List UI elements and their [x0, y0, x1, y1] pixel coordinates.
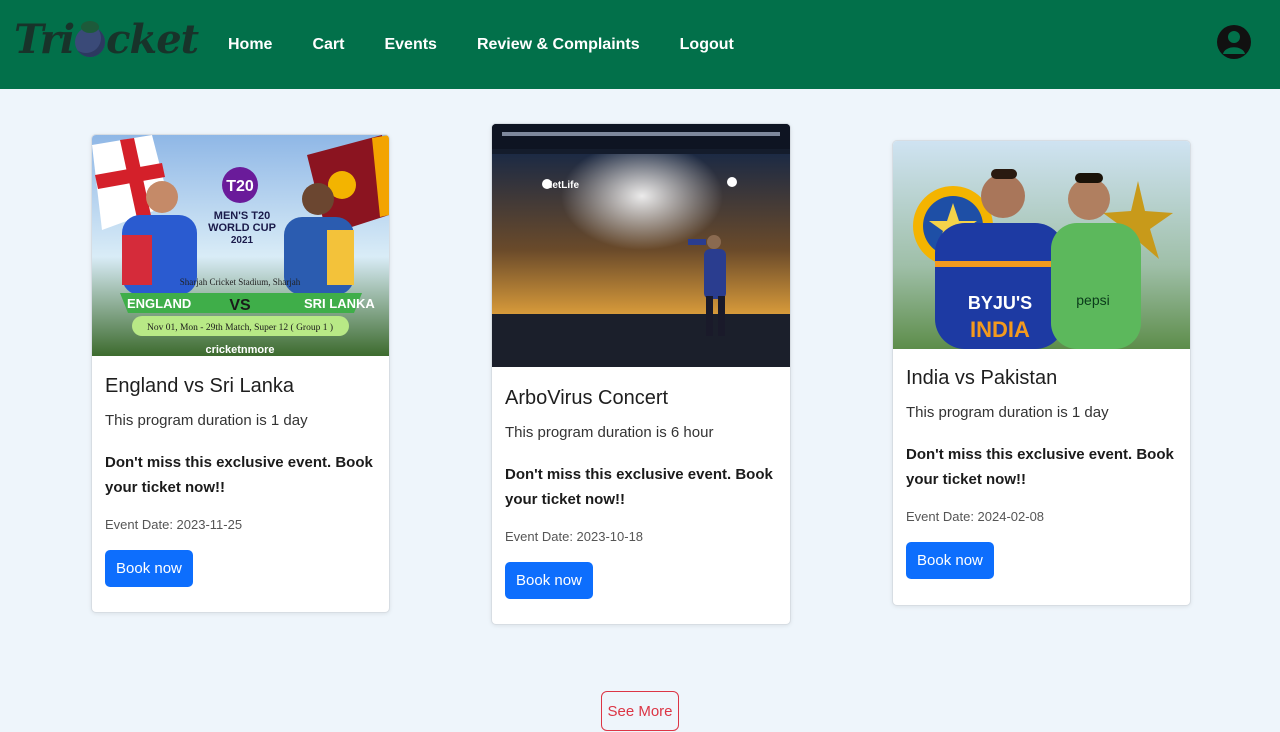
event-date: Event Date: 2024-02-08 [906, 509, 1045, 524]
cricket-ball-icon [75, 21, 106, 57]
venue-text: Sharjah Cricket Stadium, Sharjah [180, 277, 301, 287]
cup-line2: WORLD CUP [208, 222, 276, 234]
cup-year: 2021 [231, 235, 254, 246]
event-image: T20 MEN'S T20 WORLD CUP 2021 Sharjah Cri… [92, 135, 389, 356]
nav-cart[interactable]: Cart [312, 36, 344, 54]
event-image: MetLife [492, 124, 790, 367]
event-title: ArboVirus Concert [505, 387, 669, 409]
event-title: India vs Pakistan [906, 367, 1058, 389]
book-now-button[interactable]: Book now [505, 562, 593, 599]
cup-line1: MEN'S T20 [214, 210, 270, 222]
event-duration: This program duration is 1 day [105, 412, 308, 429]
event-cta: Don't miss this exclusive event. Book yo… [105, 454, 373, 496]
svg-text:T20: T20 [226, 178, 254, 195]
card-body: ArboVirus Concert This program duration … [505, 387, 777, 599]
book-now-button[interactable]: Book now [906, 542, 994, 579]
venue-sign: MetLife [544, 180, 579, 191]
navbar: Tri cket Home Cart Events Review & Compla… [0, 0, 1280, 89]
nav-logout[interactable]: Logout [680, 36, 734, 54]
event-card: MetLife ArboVirus Concert This program d… [491, 123, 791, 625]
event-card: BYJU'S INDIA pepsi India vs Pakistan Thi… [892, 140, 1191, 606]
event-duration: This program duration is 6 hour [505, 424, 714, 441]
nav-home[interactable]: Home [228, 36, 272, 54]
event-duration: This program duration is 1 day [906, 404, 1109, 421]
event-card: T20 MEN'S T20 WORLD CUP 2021 Sharjah Cri… [91, 134, 390, 613]
logo-text-suffix: cket [106, 15, 199, 63]
card-body: England vs Sri Lanka This program durati… [105, 375, 376, 587]
event-date: Event Date: 2023-11-25 [105, 517, 243, 532]
site-name: cricketnmore [205, 344, 274, 356]
nav-review-complaints[interactable]: Review & Complaints [477, 36, 640, 54]
vs-text: VS [229, 297, 251, 314]
logo-text-prefix: Tri [14, 15, 75, 63]
user-avatar-icon[interactable] [1216, 22, 1252, 62]
event-date: Event Date: 2023-10-18 [505, 529, 644, 544]
team-right: SRI LANKA [304, 296, 375, 311]
brand-logo[interactable]: Tri cket [14, 14, 199, 64]
country-left: INDIA [970, 317, 1030, 342]
book-now-button[interactable]: Book now [105, 550, 193, 587]
card-body: India vs Pakistan This program duration … [906, 367, 1177, 579]
event-image: BYJU'S INDIA pepsi [893, 141, 1190, 349]
event-title: England vs Sri Lanka [105, 375, 295, 397]
event-cta: Don't miss this exclusive event. Book yo… [505, 466, 773, 508]
sponsor-right: pepsi [1076, 292, 1109, 308]
sponsor-left: BYJU'S [968, 293, 1032, 313]
event-cta: Don't miss this exclusive event. Book yo… [906, 446, 1174, 488]
see-more-button[interactable]: See More [601, 691, 679, 731]
match-info: Nov 01, Mon - 29th Match, Super 12 ( Gro… [147, 322, 333, 333]
nav-events[interactable]: Events [384, 36, 436, 54]
nav-links: Home Cart Events Review & Complaints Log… [228, 36, 774, 54]
team-left: ENGLAND [127, 296, 191, 311]
